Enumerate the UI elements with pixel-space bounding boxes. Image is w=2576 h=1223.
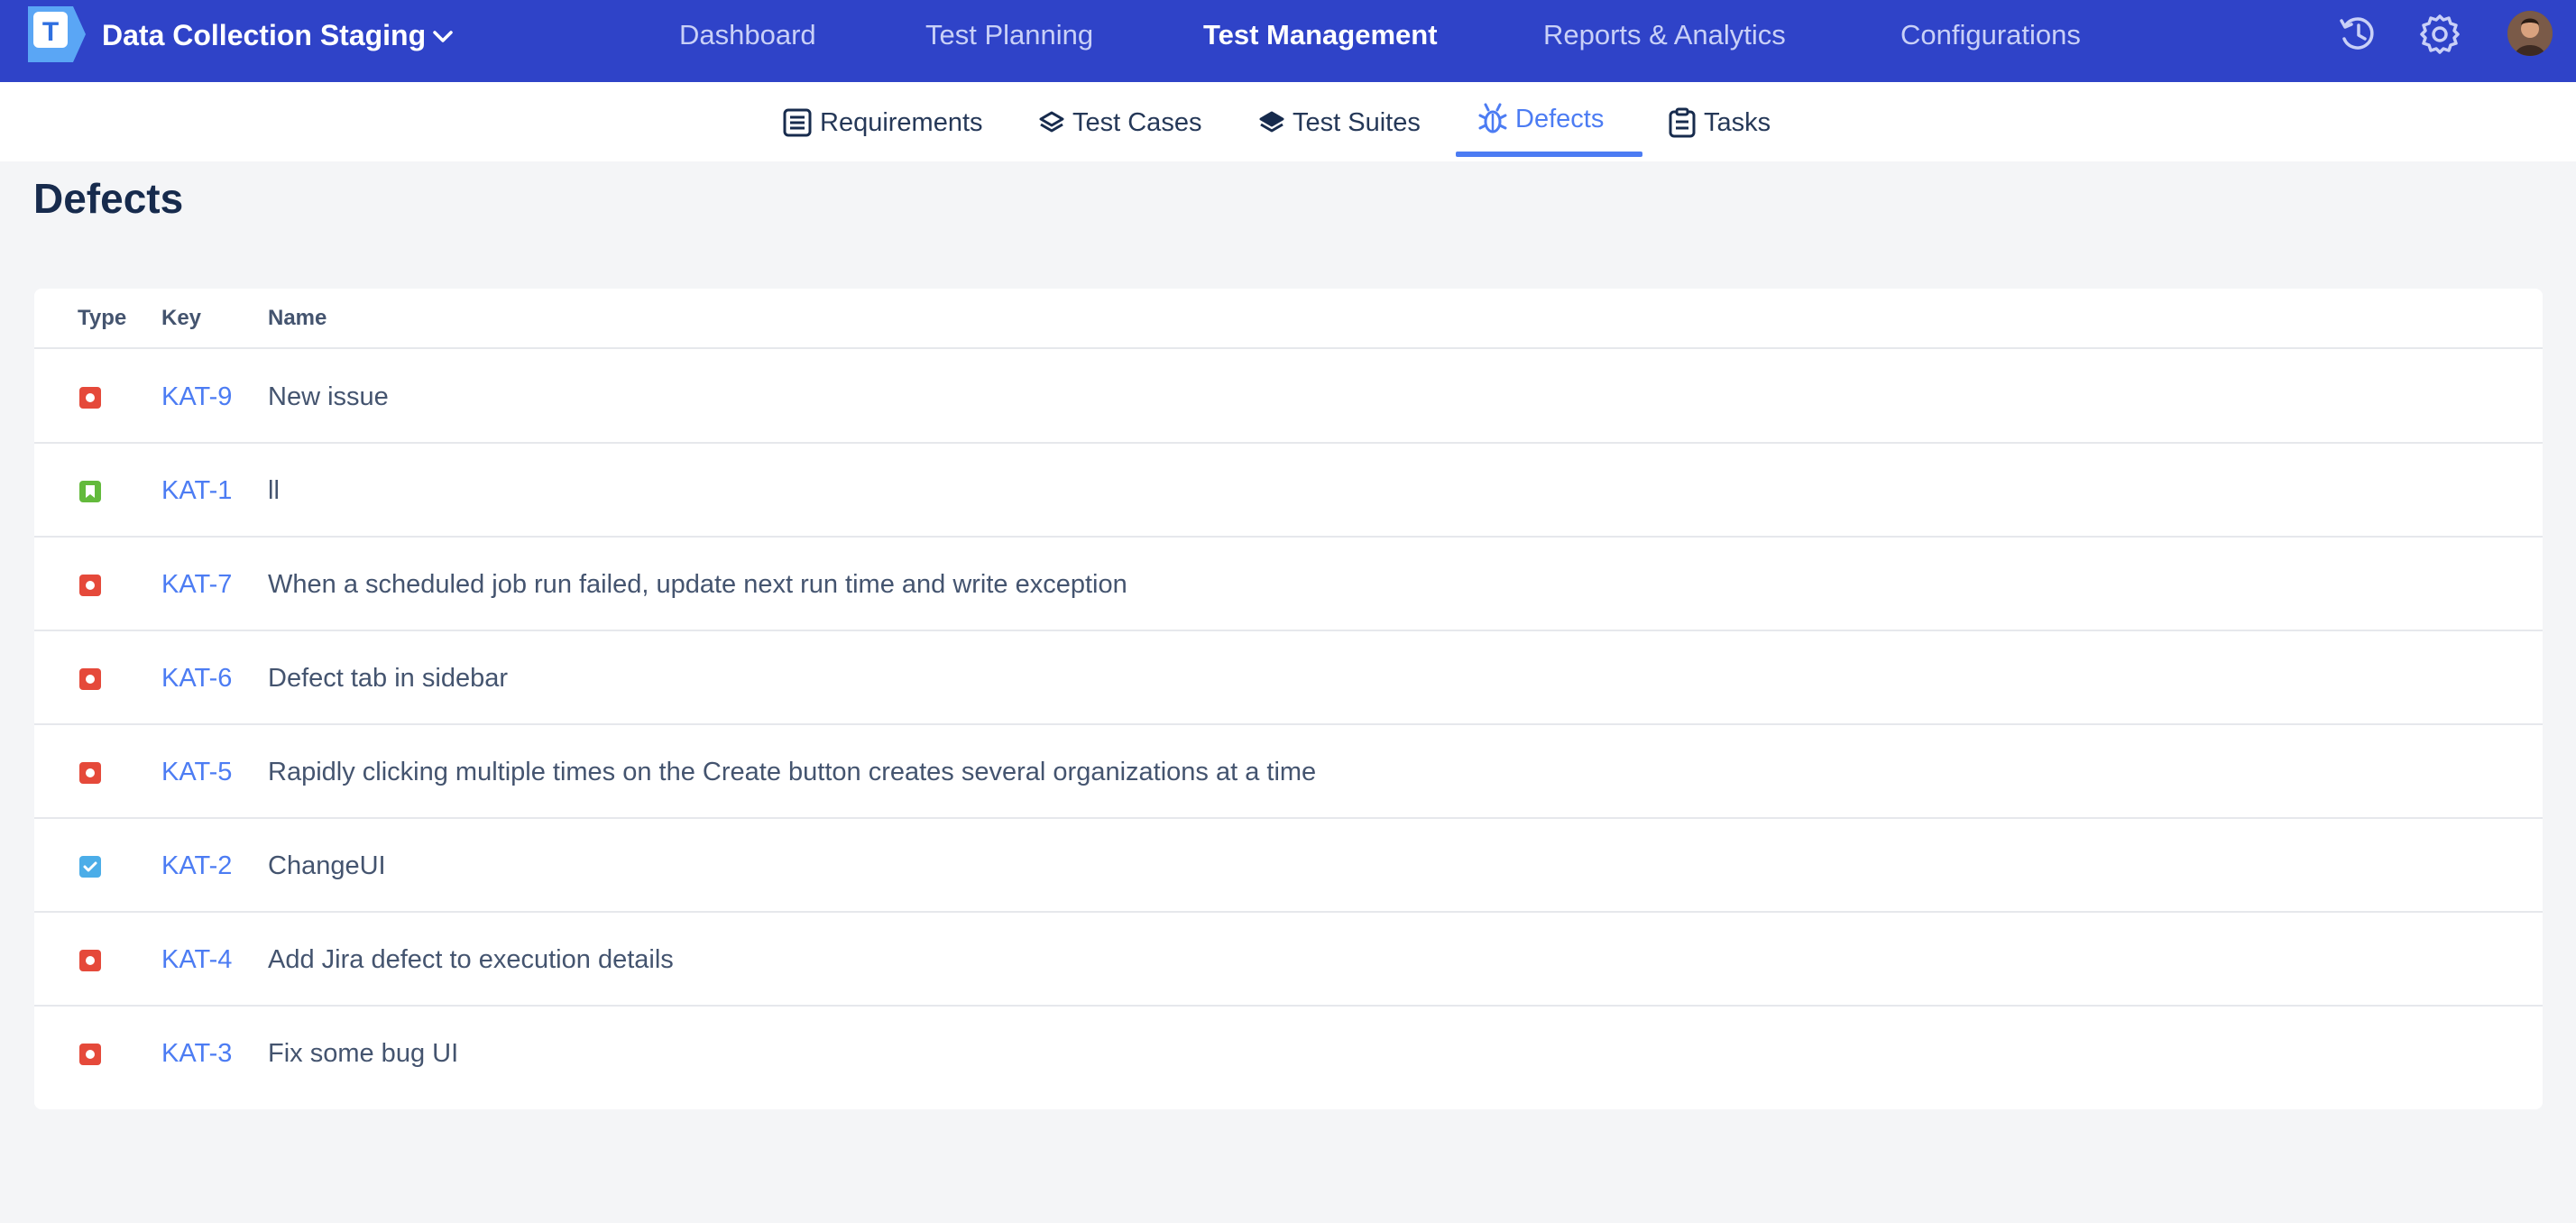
task-type-icon [79, 856, 101, 878]
bug-type-icon [79, 950, 101, 971]
defects-table: Type Key Name KAT-9 New issue KAT-1 ll KAT-7… [34, 289, 2543, 1109]
tab-test-cases-label: Test Cases [1072, 108, 1202, 137]
tab-tasks-label: Tasks [1704, 108, 1771, 137]
nav-reports-analytics[interactable]: Reports & Analytics [1543, 16, 1786, 54]
svg-text:T: T [42, 17, 59, 47]
defect-key-link[interactable]: KAT-5 [161, 756, 232, 788]
tab-defects-label: Defects [1515, 105, 1605, 133]
bug-type-icon [79, 668, 101, 690]
active-tab-indicator [1456, 152, 1642, 157]
table-row[interactable]: KAT-5 Rapidly clicking multiple times on … [34, 724, 2543, 819]
layers-icon [1039, 111, 1064, 133]
table-row[interactable]: KAT-2 ChangeUI [34, 818, 2543, 913]
nav-test-planning[interactable]: Test Planning [925, 16, 1093, 54]
layers-icon [1259, 111, 1284, 133]
defect-key-link[interactable]: KAT-2 [161, 850, 232, 882]
defect-key-link[interactable]: KAT-4 [161, 943, 232, 976]
tab-tasks[interactable]: Tasks [1668, 102, 1771, 143]
defect-key-link[interactable]: KAT-3 [161, 1037, 232, 1070]
gear-icon[interactable] [2418, 12, 2461, 57]
defect-name: ll [268, 476, 280, 505]
app-logo-icon[interactable]: T [28, 6, 86, 62]
defect-key-link[interactable]: KAT-1 [161, 474, 232, 507]
clipboard-icon [1669, 107, 1696, 138]
tab-test-cases[interactable]: Test Cases [1038, 102, 1201, 143]
tab-test-suites[interactable]: Test Suites [1258, 102, 1421, 143]
list-icon [783, 108, 812, 137]
defect-name: ChangeUI [268, 851, 386, 880]
tab-requirements-label: Requirements [820, 108, 983, 137]
column-header-type[interactable]: Type [78, 305, 126, 332]
user-avatar[interactable] [2507, 11, 2553, 56]
defect-key-link[interactable]: KAT-7 [161, 568, 232, 601]
bug-type-icon [79, 762, 101, 784]
column-header-key[interactable]: Key [161, 305, 201, 332]
bug-type-icon [79, 387, 101, 409]
bug-type-icon [79, 1044, 101, 1065]
project-selector[interactable]: Data Collection Staging [102, 16, 426, 54]
table-row[interactable]: KAT-1 ll [34, 443, 2543, 538]
chevron-down-icon[interactable] [428, 22, 458, 52]
sub-navigation: Requirements Test Cases Test Suites Defe… [0, 82, 2576, 161]
table-row[interactable]: KAT-3 Fix some bug UI [34, 1006, 2543, 1099]
defect-key-link[interactable]: KAT-6 [161, 662, 232, 694]
story-type-icon [79, 481, 101, 502]
table-row[interactable]: KAT-9 New issue [34, 349, 2543, 444]
nav-test-management[interactable]: Test Management [1203, 16, 1438, 54]
tab-requirements[interactable]: Requirements [782, 102, 983, 143]
defect-name: Defect tab in sidebar [268, 664, 508, 693]
table-header: Type Key Name [34, 289, 2543, 349]
history-icon[interactable] [2336, 12, 2379, 57]
defect-name: New issue [268, 382, 389, 411]
bug-icon [1478, 103, 1507, 133]
defect-name: When a scheduled job run failed, update … [268, 570, 1127, 599]
defect-name: Fix some bug UI [268, 1039, 459, 1068]
nav-configurations[interactable]: Configurations [1900, 16, 2081, 54]
defect-name: Rapidly clicking multiple times on the C… [268, 758, 1317, 786]
table-row[interactable]: KAT-7 When a scheduled job run failed, up… [34, 537, 2543, 631]
top-navigation-bar: T Data Collection Staging Dashboard Test… [0, 0, 2576, 82]
bug-type-icon [79, 575, 101, 596]
table-row[interactable]: KAT-4 Add Jira defect to execution detail… [34, 912, 2543, 1007]
defect-key-link[interactable]: KAT-9 [161, 381, 232, 413]
table-row[interactable]: KAT-6 Defect tab in sidebar [34, 630, 2543, 725]
page-title: Defects [33, 175, 184, 222]
tab-defects[interactable]: Defects [1477, 98, 1604, 140]
defect-name: Add Jira defect to execution details [268, 945, 674, 974]
column-header-name[interactable]: Name [268, 305, 327, 332]
nav-dashboard[interactable]: Dashboard [679, 16, 816, 54]
tab-test-suites-label: Test Suites [1293, 108, 1421, 137]
